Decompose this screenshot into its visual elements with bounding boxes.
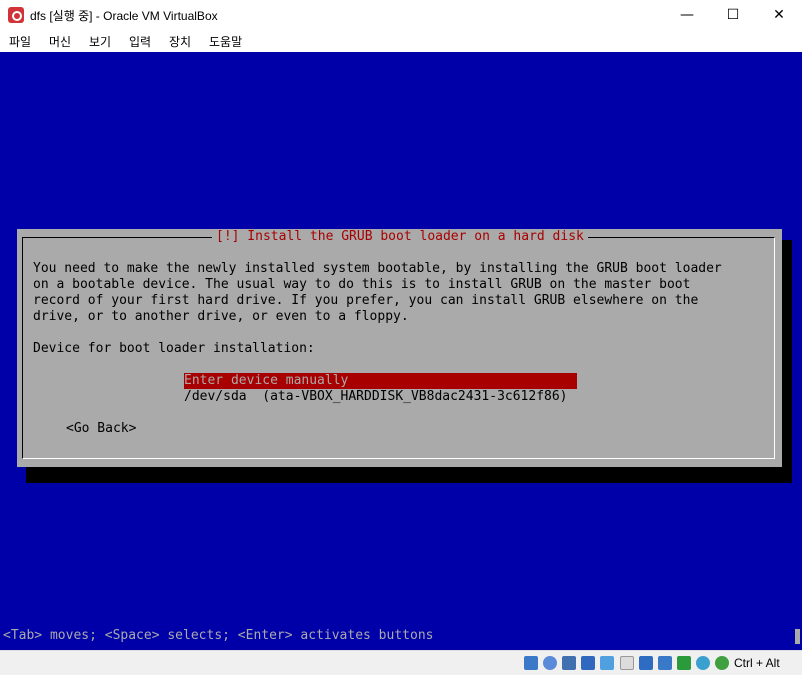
window-titlebar: dfs [실행 중] - Oracle VM VirtualBox — ☐ ✕: [0, 0, 802, 31]
menu-devices[interactable]: 장치: [169, 33, 191, 50]
device-prompt: Device for boot loader installation:: [33, 341, 315, 356]
vm-status-bar: Ctrl + Alt: [0, 650, 802, 675]
window-title: dfs [실행 중] - Oracle VM VirtualBox: [30, 9, 218, 23]
maximize-button[interactable]: ☐: [710, 0, 756, 30]
mouse-integration-icon[interactable]: [696, 656, 710, 670]
cpu-icon[interactable]: [677, 656, 691, 670]
dialog-title: [!] Install the GRUB boot loader on a ha…: [212, 229, 588, 245]
help-line-end-marker: [795, 629, 800, 644]
network-icon[interactable]: [581, 656, 595, 670]
menu-machine[interactable]: 머신: [49, 33, 71, 50]
close-button[interactable]: ✕: [756, 0, 802, 30]
description-line: record of your first hard drive. If you …: [33, 293, 699, 308]
virtualbox-app-icon: [8, 7, 24, 23]
option-enter-device-manually[interactable]: Enter device manually: [184, 373, 577, 389]
grub-install-dialog: [!] Install the GRUB boot loader on a ha…: [17, 229, 782, 467]
shared-folder-icon[interactable]: [620, 656, 634, 670]
keyboard-help-line: <Tab> moves; <Space> selects; <Enter> ac…: [3, 628, 434, 643]
usb-icon[interactable]: [600, 656, 614, 670]
host-key-label: Ctrl + Alt: [734, 656, 780, 670]
menu-help[interactable]: 도움말: [209, 33, 242, 50]
minimize-button[interactable]: —: [664, 0, 710, 30]
vm-screen[interactable]: [!] Install the GRUB boot loader on a ha…: [0, 52, 802, 650]
optical-drive-icon[interactable]: [543, 656, 557, 670]
menu-file[interactable]: 파일: [9, 33, 31, 50]
description-line: drive, or to another drive, or even to a…: [33, 309, 409, 324]
harddisk-icon[interactable]: [524, 656, 538, 670]
description-line: on a bootable device. The usual way to d…: [33, 277, 691, 292]
description-line: You need to make the newly installed sys…: [33, 261, 722, 276]
display-icon[interactable]: [639, 656, 653, 670]
menu-view[interactable]: 보기: [89, 33, 111, 50]
go-back-button[interactable]: <Go Back>: [66, 421, 136, 437]
menu-bar: 파일 머신 보기 입력 장치 도움말: [0, 30, 802, 52]
option-dev-sda[interactable]: /dev/sda (ata-VBOX_HARDDISK_VB8dac2431-3…: [184, 389, 577, 405]
menu-input[interactable]: 입력: [129, 33, 151, 50]
video-capture-icon[interactable]: [658, 656, 672, 670]
keyboard-icon[interactable]: [715, 656, 729, 670]
audio-icon[interactable]: [562, 656, 576, 670]
